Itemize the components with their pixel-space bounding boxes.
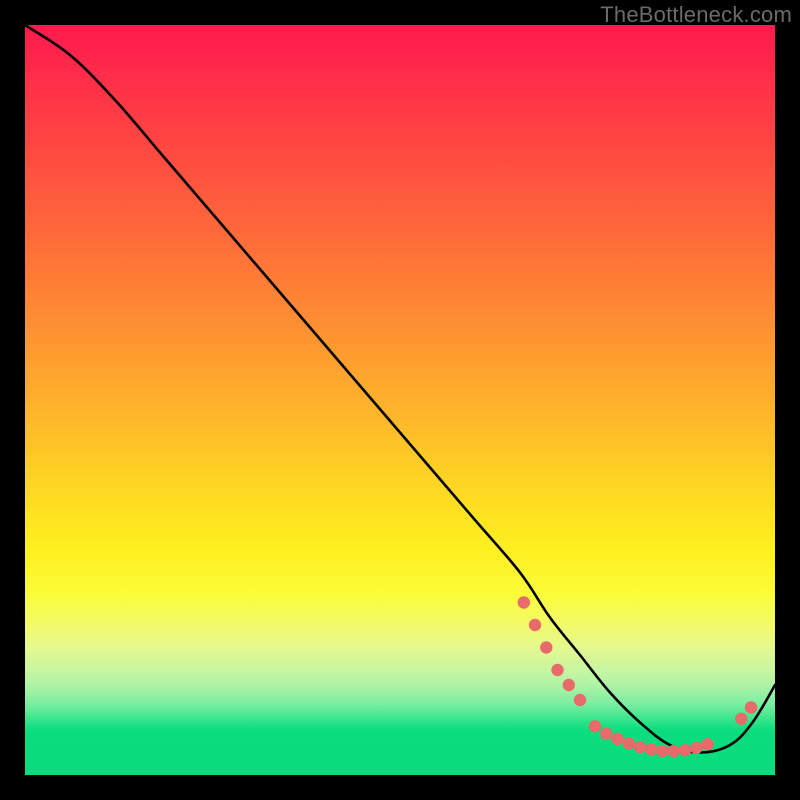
marker-dot [600, 728, 612, 740]
marker-dot [518, 596, 530, 608]
marker-dot [623, 737, 635, 749]
marker-dot [735, 713, 747, 725]
chart-frame: TheBottleneck.com [0, 0, 800, 800]
marker-dot [634, 741, 646, 753]
plot-area [25, 25, 775, 775]
marker-dot [701, 738, 713, 750]
marker-dot [589, 720, 601, 732]
marker-dot [563, 679, 575, 691]
watermark-text: TheBottleneck.com [600, 2, 792, 28]
marker-dot [668, 745, 680, 757]
marker-dot [745, 701, 757, 713]
marker-dot [574, 694, 586, 706]
marker-dot [656, 745, 668, 757]
curve-svg [25, 25, 775, 775]
marker-dot [611, 733, 623, 745]
marker-dot [645, 743, 657, 755]
marker-dot [679, 744, 691, 756]
bottleneck-curve-path [25, 25, 775, 753]
marker-dot [551, 664, 563, 676]
marker-dot [540, 641, 552, 653]
marker-dot [690, 742, 702, 754]
marker-dot [529, 619, 541, 631]
